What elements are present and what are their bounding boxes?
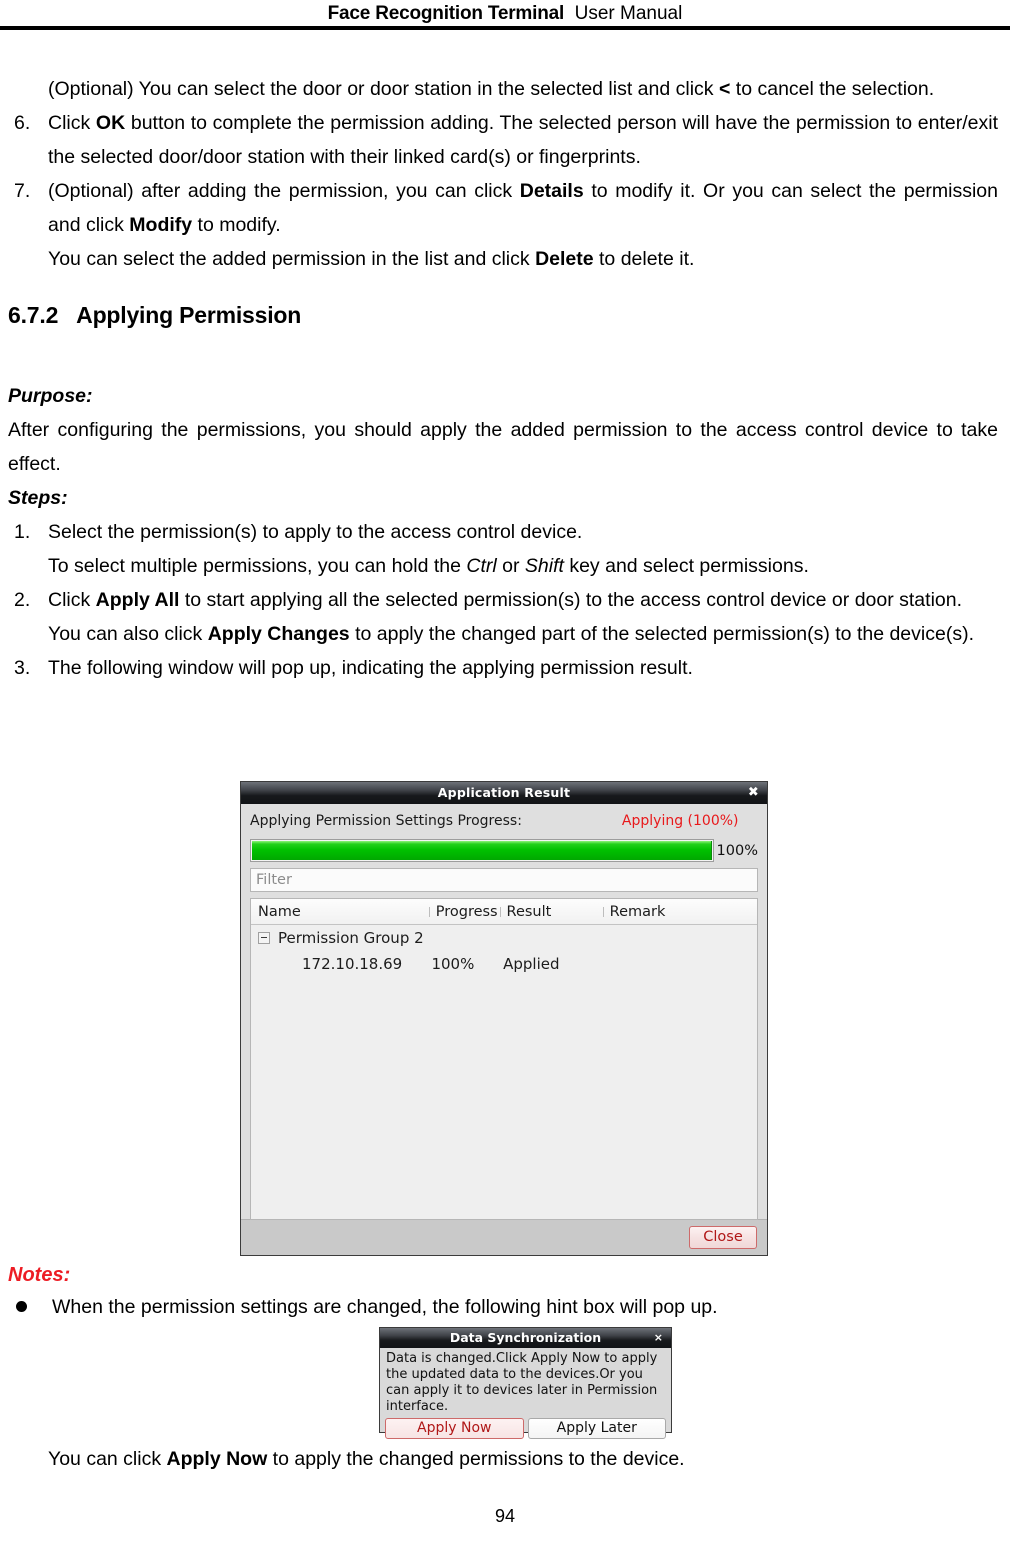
step-2-post: to start applying all the selected permi… xyxy=(179,589,963,611)
step-1: 1. Select the permission(s) to apply to t… xyxy=(8,515,998,549)
step-6-post: button to complete the permission adding… xyxy=(48,112,998,168)
table-row[interactable]: 172.10.18.69 100% Applied xyxy=(251,951,757,977)
purpose-label: Purpose: xyxy=(8,385,93,407)
step-2-subline: You can also click Apply Changes to appl… xyxy=(48,617,1002,651)
step-6: 6. Click OK button to complete the permis… xyxy=(8,106,998,174)
result-table-header: Name Progress Result Remark xyxy=(251,899,757,925)
progress-bar xyxy=(250,839,714,862)
closing-sentence: You can click Apply Now to apply the cha… xyxy=(48,1443,1002,1475)
step-6-pre: Click xyxy=(48,112,96,134)
apply-later-button[interactable]: Apply Later xyxy=(527,1418,666,1439)
apply-changes-keyword: Apply Changes xyxy=(207,623,350,645)
manual-title: Face Recognition Terminal xyxy=(327,3,565,24)
step-2-number: 2. xyxy=(14,589,31,611)
step-2-subline-post: to apply the changed part of the selecte… xyxy=(349,623,974,645)
application-result-title: Application Result xyxy=(437,785,571,800)
step-2: 2. Click Apply All to start applying all … xyxy=(8,583,998,617)
steps-label: Steps: xyxy=(8,487,68,509)
bullet-icon xyxy=(16,1301,27,1312)
closing-post: to apply the changed permissions to the … xyxy=(267,1448,685,1470)
step-3-number: 3. xyxy=(14,657,31,679)
device-progress-cell: 100% xyxy=(431,955,475,973)
optional-text-tail: to cancel the selection. xyxy=(730,78,935,100)
application-result-body: Applying Permission Settings Progress: A… xyxy=(241,804,767,1220)
apply-all-keyword: Apply All xyxy=(95,589,180,611)
step-7-number: 7. xyxy=(14,180,31,202)
note-bullet-1-text: When the permission settings are changed… xyxy=(52,1296,718,1318)
column-header-result[interactable]: Result xyxy=(499,904,603,920)
step-1-subline: To select multiple permissions, you can … xyxy=(48,549,1002,583)
notes-label: Notes: xyxy=(8,1264,71,1286)
section-title: Applying Permission xyxy=(76,302,302,328)
application-result-titlebar: Application Result ✖ xyxy=(241,782,767,804)
close-icon[interactable]: ✖ xyxy=(748,782,759,804)
progress-header-row: Applying Permission Settings Progress: A… xyxy=(250,804,758,837)
table-row-group[interactable]: Permission Group 2 xyxy=(251,925,757,951)
data-synchronization-dialog: Data Synchronization × Data is changed.C… xyxy=(379,1327,672,1439)
progress-status: Applying (100%) xyxy=(621,813,739,829)
delete-keyword: Delete xyxy=(535,248,594,270)
data-synchronization-buttons: Apply Now Apply Later xyxy=(380,1415,671,1439)
header-divider xyxy=(0,26,1010,30)
less-than-keyword: < xyxy=(718,78,731,100)
step-7-pre: (Optional) after adding the permission, … xyxy=(48,180,520,202)
data-synchronization-titlebar: Data Synchronization × xyxy=(380,1328,671,1348)
step-7-post: to modify. xyxy=(192,214,281,236)
apply-now-keyword: Apply Now xyxy=(166,1448,268,1470)
manual-subtitle: User Manual xyxy=(574,3,683,24)
ctrl-key: Ctrl xyxy=(466,555,497,577)
progress-label: Applying Permission Settings Progress: xyxy=(250,813,522,829)
notes-section: Notes: When the permission settings are … xyxy=(8,1260,1002,1324)
section-number: 6.7.2 xyxy=(8,302,59,328)
step-7-subline: You can select the added permission in t… xyxy=(48,242,1002,276)
group-name-cell: Permission Group 2 xyxy=(251,925,432,951)
result-table: Name Progress Result Remark Permission G… xyxy=(250,898,758,1220)
purpose-text: After configuring the permissions, you s… xyxy=(8,419,998,475)
details-keyword: Details xyxy=(519,180,584,202)
group-name: Permission Group 2 xyxy=(278,929,424,947)
step-6-number: 6. xyxy=(14,112,31,134)
step-1-subline-post: key and select permissions. xyxy=(563,555,809,577)
filter-input[interactable]: Filter xyxy=(250,868,758,892)
application-result-dialog: Application Result ✖ Applying Permission… xyxy=(240,781,768,1256)
device-name-cell: 172.10.18.69 xyxy=(302,955,403,973)
step-1-subline-mid: or xyxy=(496,555,525,577)
shift-key: Shift xyxy=(524,555,564,577)
apply-now-button[interactable]: Apply Now xyxy=(385,1418,524,1439)
optional-text-lead: (Optional) You can select the door or do… xyxy=(48,78,719,100)
heading-spacer xyxy=(8,337,1002,379)
column-header-progress[interactable]: Progress xyxy=(428,904,500,920)
step-1-number: 1. xyxy=(14,521,31,543)
page-content: (Optional) You can select the door or do… xyxy=(8,72,1002,685)
step-1-subline-pre: To select multiple permissions, you can … xyxy=(48,555,467,577)
progress-bar-row: 100% xyxy=(250,839,758,862)
column-header-name[interactable]: Name xyxy=(251,904,429,920)
close-button[interactable]: Close xyxy=(689,1226,757,1249)
step-2-pre: Click xyxy=(48,589,96,611)
close-icon[interactable]: × xyxy=(654,1328,663,1348)
step-7-subline-post: to delete it. xyxy=(593,248,695,270)
step-7: 7. (Optional) after adding the permission… xyxy=(8,174,998,242)
ok-keyword: OK xyxy=(95,112,126,134)
data-synchronization-title: Data Synchronization xyxy=(449,1330,602,1345)
optional-cancel-selection-paragraph: (Optional) You can select the door or do… xyxy=(48,72,998,106)
section-heading: 6.7.2 Applying Permission xyxy=(8,302,1002,329)
column-header-remark[interactable]: Remark xyxy=(602,904,750,920)
note-bullet-1: When the permission settings are changed… xyxy=(8,1290,1002,1324)
data-synchronization-message: Data is changed.Click Apply Now to apply… xyxy=(386,1351,658,1414)
device-result-cell: Applied xyxy=(503,955,560,973)
step-2-subline-pre: You can also click xyxy=(48,623,208,645)
device-remark-cell xyxy=(608,951,757,977)
closing-pre: You can click xyxy=(48,1448,167,1470)
step-1-text: Select the permission(s) to apply to the… xyxy=(48,521,583,543)
progress-percent-label: 100% xyxy=(716,842,758,859)
collapse-minus-icon[interactable] xyxy=(258,932,270,944)
step-3: 3. The following window will pop up, indi… xyxy=(8,651,998,685)
progress-bar-fill xyxy=(252,841,712,860)
modify-keyword: Modify xyxy=(129,214,193,236)
page-number: 94 xyxy=(494,1506,516,1526)
step-7-subline-pre: You can select the added permission in t… xyxy=(48,248,536,270)
step-3-text: The following window will pop up, indica… xyxy=(48,657,693,679)
application-result-footer: Close xyxy=(241,1219,767,1255)
